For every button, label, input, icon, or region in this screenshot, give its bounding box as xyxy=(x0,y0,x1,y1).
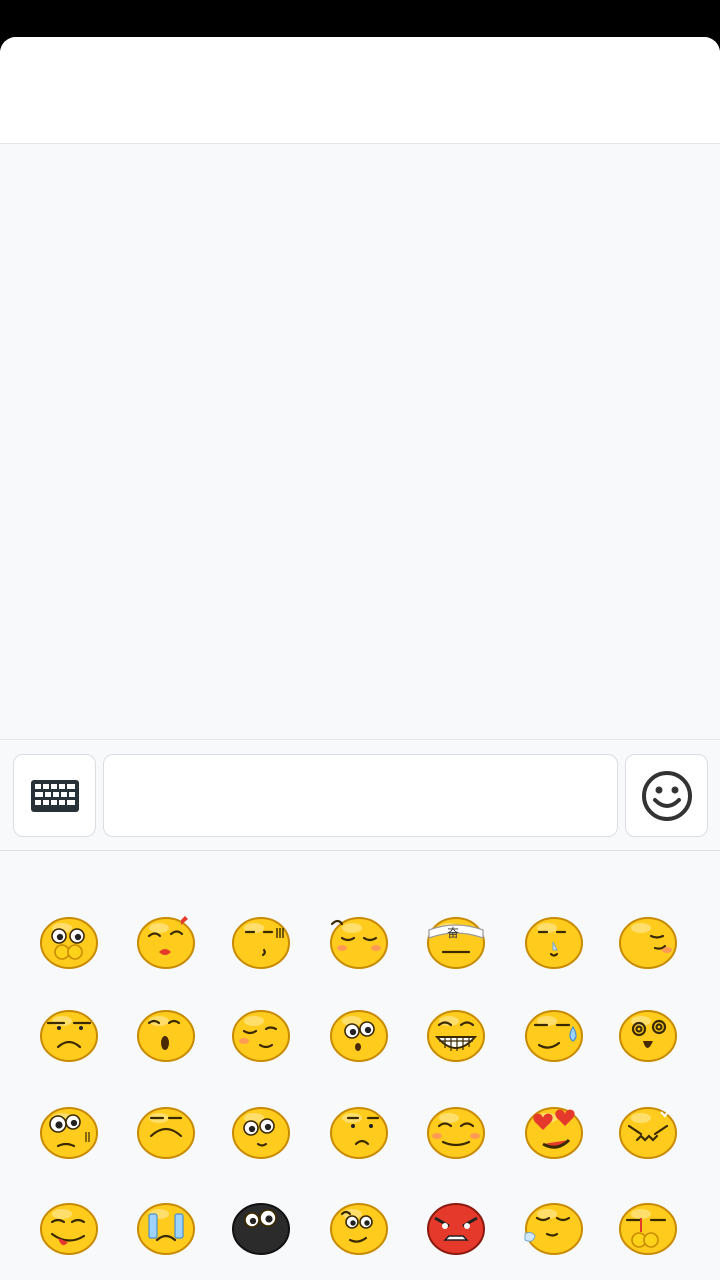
speechless-icon xyxy=(330,1107,388,1159)
eye-roll-icon xyxy=(40,1107,98,1159)
laugh-icon xyxy=(427,1010,485,1062)
smirk-icon xyxy=(619,917,677,969)
emoji-puzzled[interactable] xyxy=(216,898,306,988)
tongue-icon xyxy=(40,1203,98,1255)
emoji-pitiful[interactable] xyxy=(216,1088,306,1178)
emoji-panel: 奋 xyxy=(0,851,720,1280)
emoji-eye-roll[interactable] xyxy=(24,1088,114,1178)
struggle-icon: 奋 xyxy=(427,917,485,969)
grin-shy-icon xyxy=(232,1010,290,1062)
black-face-icon xyxy=(232,1203,290,1255)
snot-icon xyxy=(525,917,583,969)
smiley-icon xyxy=(641,770,692,821)
cry-icon xyxy=(137,1203,195,1255)
message-input[interactable] xyxy=(103,754,618,837)
frown-icon xyxy=(40,1010,98,1062)
emoji-struggle[interactable]: 奋 xyxy=(411,898,501,988)
shy-icon xyxy=(40,917,98,969)
emoji-toggle-button[interactable] xyxy=(625,754,708,837)
svg-text:奋: 奋 xyxy=(447,926,459,940)
message-list[interactable] xyxy=(0,144,720,739)
emoji-tongue[interactable] xyxy=(24,1184,114,1274)
emoji-snot[interactable] xyxy=(509,898,599,988)
emoji-angry-glare[interactable] xyxy=(603,1088,693,1178)
tearful-icon xyxy=(619,1203,677,1255)
chat-screen: 奋 xyxy=(0,37,720,1280)
emoji-sleepy[interactable] xyxy=(314,898,404,988)
emoji-surprised[interactable] xyxy=(121,991,211,1081)
status-bar xyxy=(0,0,720,37)
stare-icon xyxy=(330,1010,388,1062)
emoji-cry[interactable] xyxy=(121,1184,211,1274)
emoji-heart-eyes[interactable] xyxy=(509,1088,599,1178)
emoji-blush[interactable] xyxy=(411,1088,501,1178)
puzzled-icon xyxy=(232,917,290,969)
emoji-drool[interactable] xyxy=(509,1184,599,1274)
emoji-frown[interactable] xyxy=(24,991,114,1081)
emoji-grin-shy[interactable] xyxy=(216,991,306,1081)
heart-eyes-icon xyxy=(525,1107,583,1159)
rage-icon xyxy=(427,1203,485,1255)
sleepy-icon xyxy=(330,917,388,969)
composer-bar xyxy=(0,739,720,851)
kiss-icon xyxy=(137,916,195,969)
blush-icon xyxy=(427,1107,485,1159)
pitiful-icon xyxy=(232,1107,290,1159)
emoji-black-face[interactable] xyxy=(216,1184,306,1274)
drool-icon xyxy=(524,1203,583,1255)
awkward-icon xyxy=(330,1203,388,1255)
emoji-smirk[interactable] xyxy=(603,898,693,988)
emoji-sad[interactable] xyxy=(121,1088,211,1178)
keyboard-toggle-button[interactable] xyxy=(13,754,96,837)
emoji-sweat[interactable] xyxy=(509,991,599,1081)
emoji-laugh[interactable] xyxy=(411,991,501,1081)
surprised-icon xyxy=(137,1010,195,1062)
emoji-speechless[interactable] xyxy=(314,1088,404,1178)
angry-glare-icon xyxy=(619,1107,677,1159)
emoji-rage[interactable] xyxy=(411,1184,501,1274)
emoji-awkward[interactable] xyxy=(314,1184,404,1274)
emoji-shy[interactable] xyxy=(24,898,114,988)
emoji-dizzy[interactable] xyxy=(603,991,693,1081)
sad-icon xyxy=(137,1107,195,1159)
emoji-kiss[interactable] xyxy=(121,898,211,988)
sweat-icon xyxy=(525,1010,583,1062)
header xyxy=(0,37,720,144)
dizzy-icon xyxy=(619,1010,677,1062)
keyboard-icon xyxy=(30,779,79,812)
emoji-tearful[interactable] xyxy=(603,1184,693,1274)
emoji-stare[interactable] xyxy=(314,991,404,1081)
